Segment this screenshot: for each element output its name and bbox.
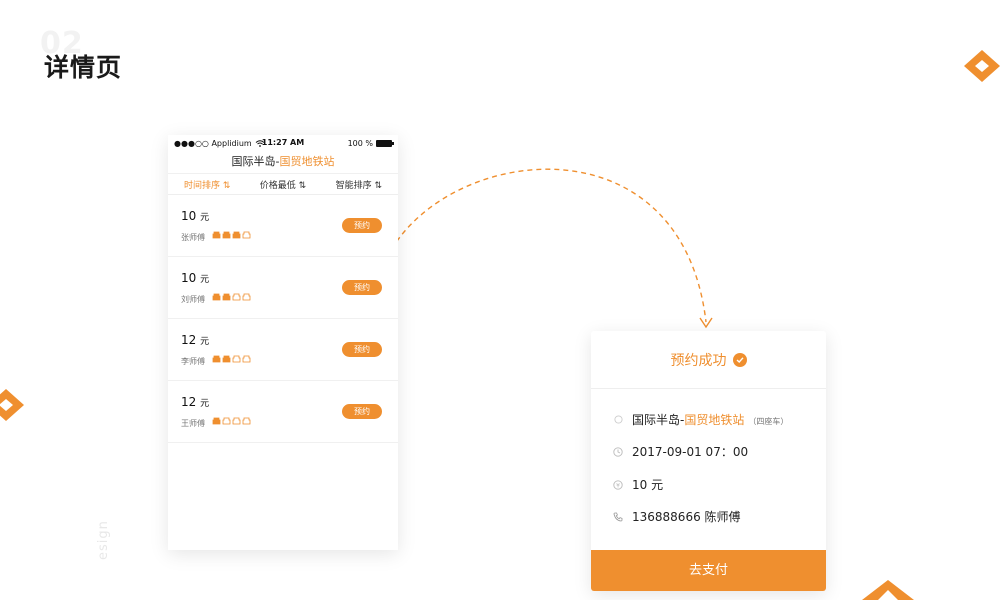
driver-list-item[interactable]: 10 元 张师傅 预约 [168, 195, 398, 257]
sort-bar: 时间排序 ⇅ 价格最低 ⇅ 智能排序 ⇅ [168, 173, 398, 195]
seat-icon [222, 231, 231, 239]
nav-title-destination: 国贸地铁站 [279, 155, 335, 168]
carrier-label: ●●●○○ Applidium [174, 138, 252, 148]
seat-icon [212, 417, 221, 425]
price-row: ¥ 10 元 [613, 476, 663, 493]
driver-contact: 136888666 陈师傅 [632, 510, 741, 524]
book-button[interactable]: 预约 [342, 218, 382, 233]
book-button[interactable]: 预约 [342, 404, 382, 419]
route-destination: 国贸地铁站 [684, 413, 745, 427]
seat-icon [232, 355, 241, 363]
price-unit: 元 [200, 337, 210, 347]
datetime-row: 2017-09-01 07：00 [613, 443, 748, 460]
seat-icon [212, 231, 221, 239]
phone-screen: ●●●○○ Applidium 11:27 AM 100 % 国际半岛-国贸地铁… [168, 135, 398, 550]
driver-list-item[interactable]: 10 元 刘师傅 预约 [168, 257, 398, 319]
success-title: 预约成功 [670, 352, 727, 369]
booking-success-card: 预约成功 国际半岛-国贸地铁站 （四座车） 2017-09-01 07：00 ¥ … [591, 331, 826, 591]
seat-indicator [212, 417, 251, 425]
driver-list-item[interactable]: 12 元 王师傅 预约 [168, 381, 398, 443]
seat-icon [232, 293, 241, 301]
seat-icon [232, 231, 241, 239]
seat-indicator [212, 355, 251, 363]
driver-name: 王师傅 [181, 419, 205, 428]
seat-indicator [212, 293, 251, 301]
price-unit: 元 [200, 275, 210, 285]
phone-icon [613, 512, 623, 522]
seat-icon [242, 417, 251, 425]
seat-icon [212, 293, 221, 301]
route-origin: 国际半岛- [632, 413, 685, 427]
book-button[interactable]: 预约 [342, 342, 382, 357]
seat-icon [222, 417, 231, 425]
driver-name: 李师傅 [181, 357, 205, 366]
card-header: 预约成功 [591, 331, 826, 389]
route-row: 国际半岛-国贸地铁站 （四座车） [613, 411, 788, 428]
driver-list-item[interactable]: 12 元 李师傅 预约 [168, 319, 398, 381]
seat-icon [242, 231, 251, 239]
seat-icon [232, 417, 241, 425]
seat-icon [212, 355, 221, 363]
seat-indicator [212, 231, 251, 239]
tab-smart-sort[interactable]: 智能排序 ⇅ [336, 178, 382, 191]
battery-icon [376, 139, 394, 147]
booking-datetime: 2017-09-01 07：00 [632, 445, 749, 459]
price-unit: 元 [200, 399, 210, 409]
booking-price: 10 元 [632, 478, 664, 492]
price-unit: 元 [200, 213, 210, 223]
driver-price: 12 [181, 395, 197, 409]
yen-icon: ¥ [613, 479, 623, 490]
tab-time-sort[interactable]: 时间排序 ⇅ [184, 178, 230, 191]
contact-row: 136888666 陈师傅 [613, 508, 741, 525]
battery-label: 100 % [347, 138, 373, 148]
nav-title-origin: 国际半岛- [231, 155, 280, 168]
driver-name: 刘师傅 [181, 295, 205, 304]
driver-name: 张师傅 [181, 233, 205, 242]
tab-price-sort[interactable]: 价格最低 ⇅ [260, 178, 306, 191]
svg-text:¥: ¥ [616, 482, 620, 489]
flow-arrow [377, 168, 713, 329]
seat-icon [222, 293, 231, 301]
check-icon [732, 352, 747, 367]
car-type: （四座车） [748, 417, 789, 426]
nav-title: 国际半岛-国贸地铁站 [168, 151, 398, 173]
seat-icon [222, 355, 231, 363]
seat-icon [242, 293, 251, 301]
status-time: 11:27 AM [261, 138, 305, 147]
book-button[interactable]: 预约 [342, 280, 382, 295]
pay-button[interactable]: 去支付 [591, 550, 826, 591]
location-icon [613, 415, 623, 425]
driver-price: 10 [181, 271, 197, 285]
status-bar: ●●●○○ Applidium 11:27 AM 100 % [168, 135, 398, 151]
clock-icon [613, 446, 623, 457]
driver-price: 10 [181, 209, 197, 223]
seat-icon [242, 355, 251, 363]
driver-price: 12 [181, 333, 197, 347]
